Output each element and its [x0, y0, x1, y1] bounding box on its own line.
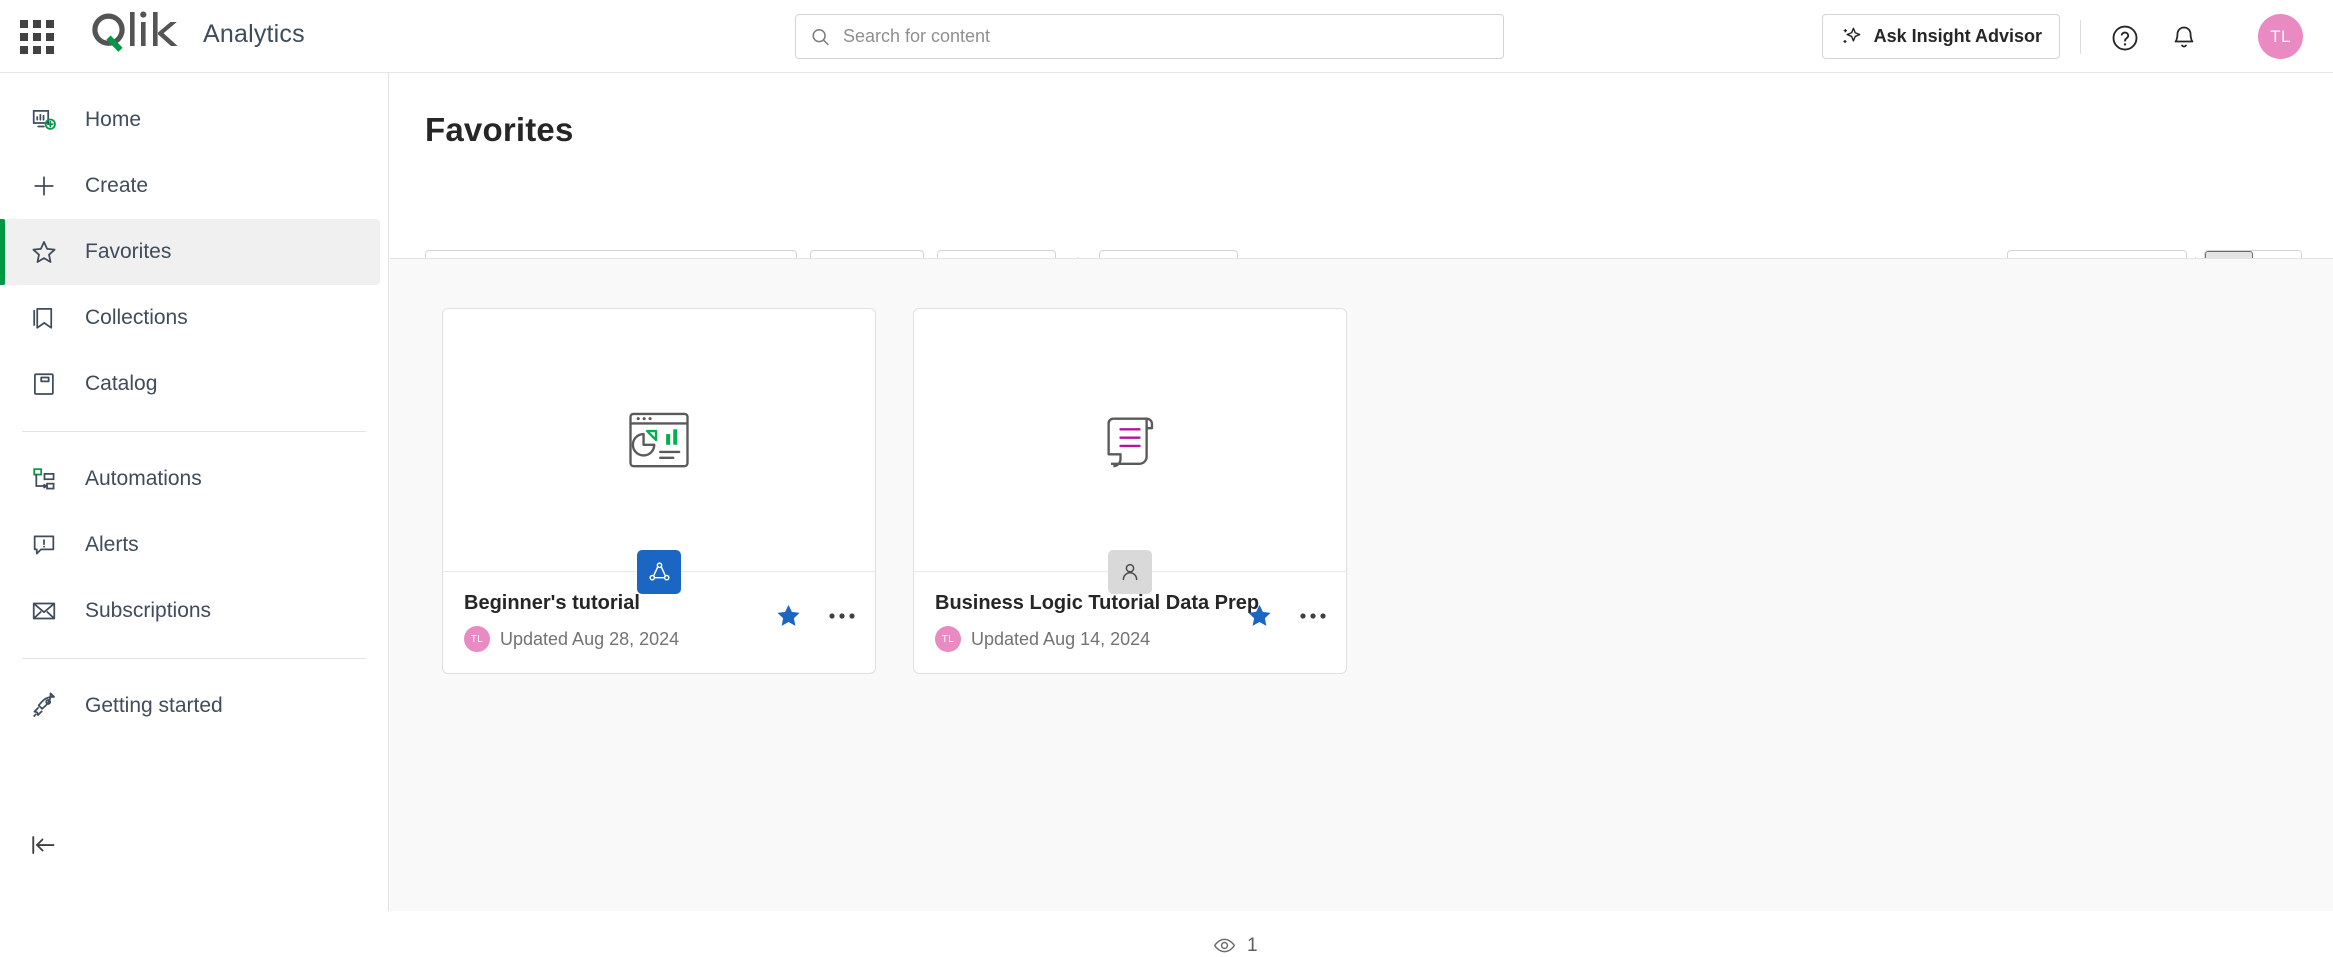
- sidebar-item-automations[interactable]: Automations: [0, 446, 380, 512]
- qlik-logo-icon: [92, 11, 178, 52]
- sidebar-item-catalog[interactable]: Catalog: [0, 351, 380, 417]
- sidebar-item-alerts[interactable]: Alerts: [0, 512, 380, 578]
- sidebar-item-label: Subscriptions: [85, 599, 212, 622]
- ellipsis-icon: [829, 612, 855, 619]
- user-avatar[interactable]: TL: [2258, 14, 2303, 59]
- sidebar-item-getting-started[interactable]: Getting started: [0, 673, 380, 739]
- sidebar-item-favorites[interactable]: Favorites: [0, 219, 380, 285]
- ask-insight-advisor-button[interactable]: Ask Insight Advisor: [1821, 14, 2060, 59]
- book-icon: [27, 367, 61, 401]
- header-divider: [2080, 20, 2081, 54]
- favorite-star-button[interactable]: [1246, 602, 1273, 629]
- ellipsis-icon: [1300, 612, 1326, 619]
- sidebar-divider-1: [22, 431, 366, 432]
- sidebar-item-label: Home: [85, 108, 142, 131]
- script-scroll-icon: [1107, 417, 1154, 468]
- card-actions: [1246, 602, 1327, 629]
- card-more-menu-button[interactable]: [1299, 611, 1327, 621]
- favorite-star-button[interactable]: [775, 602, 802, 629]
- card-body: Business Logic Tutorial Data Prep TL Upd…: [914, 572, 1346, 673]
- product-name: Analytics: [203, 19, 305, 48]
- ask-insight-advisor-label: Ask Insight Advisor: [1873, 26, 2042, 46]
- card-updated-text: Updated Aug 14, 2024: [971, 628, 1151, 649]
- card-updated-text: Updated Aug 28, 2024: [500, 628, 680, 649]
- card-body: Beginner's tutorial TL Updated Aug 28, 2…: [443, 572, 875, 673]
- collapse-left-icon: [32, 836, 55, 854]
- content-card[interactable]: Beginner's tutorial TL Updated Aug 28, 2…: [442, 308, 876, 674]
- eye-icon: [1213, 938, 1236, 953]
- content-area: Beginner's tutorial TL Updated Aug 28, 2…: [390, 259, 2333, 956]
- sparkle-icon: [1843, 27, 1860, 44]
- app-chart-window-icon: [629, 412, 689, 468]
- star-filled-icon: [1248, 604, 1271, 626]
- alert-bubble-icon: [27, 528, 61, 562]
- view-count: 1: [1213, 934, 1258, 957]
- home-dashboard-icon: [27, 103, 61, 137]
- sidebar-collapse-button[interactable]: [22, 824, 64, 866]
- star-filled-icon: [777, 604, 800, 626]
- sidebar-item-home[interactable]: Home: [0, 87, 380, 153]
- sidebar-item-label: Catalog: [85, 372, 158, 395]
- card-thumbnail: [914, 309, 1346, 572]
- content-card[interactable]: Business Logic Tutorial Data Prep TL Upd…: [913, 308, 1347, 674]
- bell-icon: [2174, 26, 2194, 48]
- star-outline-icon: [27, 235, 61, 269]
- rocket-icon: [27, 689, 61, 723]
- owner-avatar: TL: [464, 626, 490, 652]
- sidebar-divider-2: [22, 658, 366, 659]
- notifications-button[interactable]: [2166, 20, 2202, 56]
- sidebar-item-create[interactable]: Create: [0, 153, 380, 219]
- card-thumbnail: [443, 309, 875, 572]
- sidebar-item-subscriptions[interactable]: Subscriptions: [0, 578, 380, 644]
- brand-logo[interactable]: Analytics: [88, 8, 305, 60]
- owner-avatar: TL: [935, 626, 961, 652]
- automation-flow-icon: [27, 462, 61, 496]
- search-icon: [812, 28, 829, 45]
- sidebar-item-collections[interactable]: Collections: [0, 285, 380, 351]
- waffle-grid-icon[interactable]: [17, 17, 57, 57]
- help-button[interactable]: [2107, 20, 2143, 56]
- sidebar-item-label: Getting started: [85, 694, 223, 717]
- search-input[interactable]: [842, 26, 1489, 47]
- card-more-menu-button[interactable]: [828, 611, 856, 621]
- view-count-value: 1: [1247, 934, 1258, 956]
- sidebar-item-label: Favorites: [85, 240, 172, 263]
- bookmark-icon: [27, 301, 61, 335]
- card-grid: Beginner's tutorial TL Updated Aug 28, 2…: [442, 308, 1347, 674]
- sidebar-item-label: Create: [85, 174, 149, 197]
- sidebar-item-label: Automations: [85, 467, 202, 490]
- card-actions: [775, 602, 856, 629]
- sidebar-item-label: Collections: [85, 306, 188, 329]
- page-title: Favorites: [425, 111, 574, 148]
- plus-icon: [27, 169, 61, 203]
- top-bar: Analytics Ask Insight Advisor TL: [0, 0, 2333, 73]
- question-circle-icon: [2112, 25, 2138, 51]
- sidebar: Home Create Favorites Collections Catalo…: [0, 73, 389, 911]
- global-search[interactable]: [795, 14, 1504, 59]
- card-meta: TL Updated Aug 14, 2024: [935, 626, 1325, 652]
- sidebar-item-label: Alerts: [85, 533, 139, 556]
- envelope-icon: [27, 594, 61, 628]
- card-meta: TL Updated Aug 28, 2024: [464, 626, 854, 652]
